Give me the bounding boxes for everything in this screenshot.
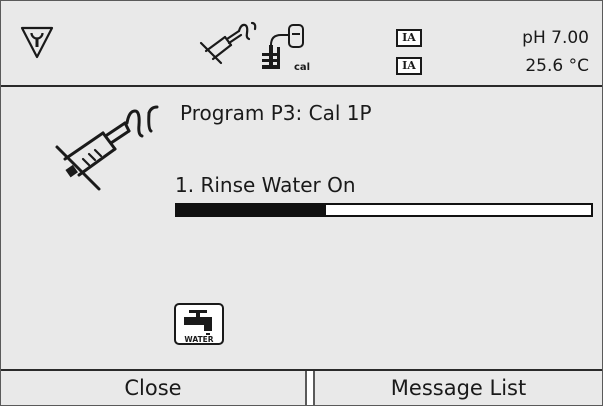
water-tap-icon: WATER [174,303,224,345]
rinse-progress-bar [175,203,593,217]
step-label: 1. Rinse Water On [175,173,356,197]
service-wrench-icon[interactable] [20,25,54,59]
status-header: cal IA IA pH 7.00 25.6 °C [1,1,602,85]
main-content: Program P3: Cal 1P 1. Rinse Water On WAT… [1,87,602,369]
water-icon-label: WATER [184,335,213,344]
softkey-separator [305,371,315,405]
close-softkey[interactable]: Close [1,371,305,405]
device-screen: cal IA IA pH 7.00 25.6 °C Program P3: Ca… [0,0,603,406]
ia-indicator: IA [396,29,422,47]
temperature-reading: 25.6 °C [525,56,589,76]
message-list-softkey[interactable]: Message List [315,371,602,405]
cal-text: cal [294,62,310,73]
ia-indicator: IA [396,57,422,75]
calibration-icon: cal [262,24,310,73]
probe-sensor-icon [199,21,257,65]
program-title: Program P3: Cal 1P [180,101,372,125]
probe-sensor-icon [55,105,159,191]
ph-reading: pH 7.00 [522,28,589,48]
progress-fill [177,205,327,215]
